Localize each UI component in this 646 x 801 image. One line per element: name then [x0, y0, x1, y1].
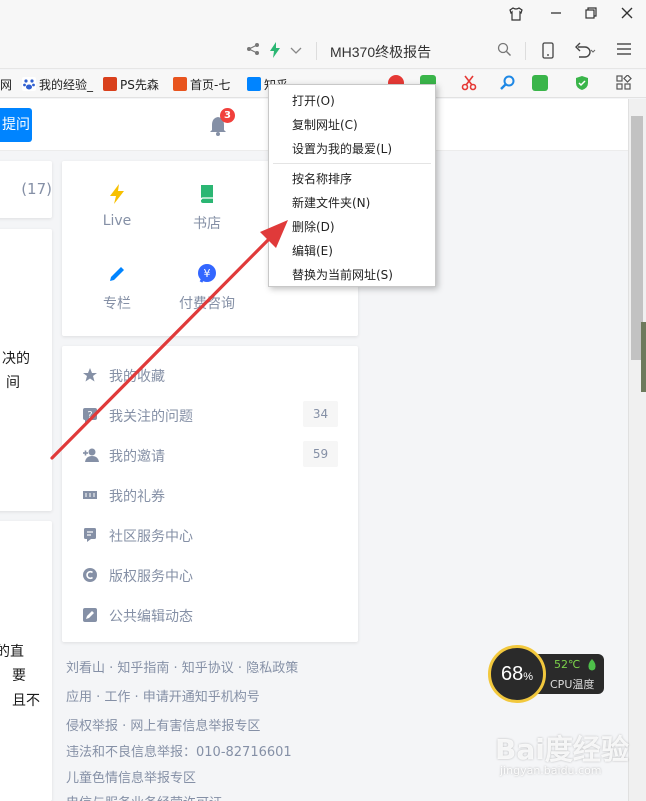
cpu-temp-label: CPU温度	[550, 678, 595, 691]
cpu-usage-gauge: 68%	[488, 645, 546, 703]
cpu-temp-value: 52℃	[554, 658, 581, 671]
baidu-watermark: Bai度经验	[495, 733, 629, 766]
cpu-temperature-widget[interactable]: 68% 52℃ CPU温度	[488, 645, 606, 703]
baidu-watermark-url: jingyan.baidu.com	[500, 764, 602, 777]
leaf-icon	[587, 657, 597, 676]
